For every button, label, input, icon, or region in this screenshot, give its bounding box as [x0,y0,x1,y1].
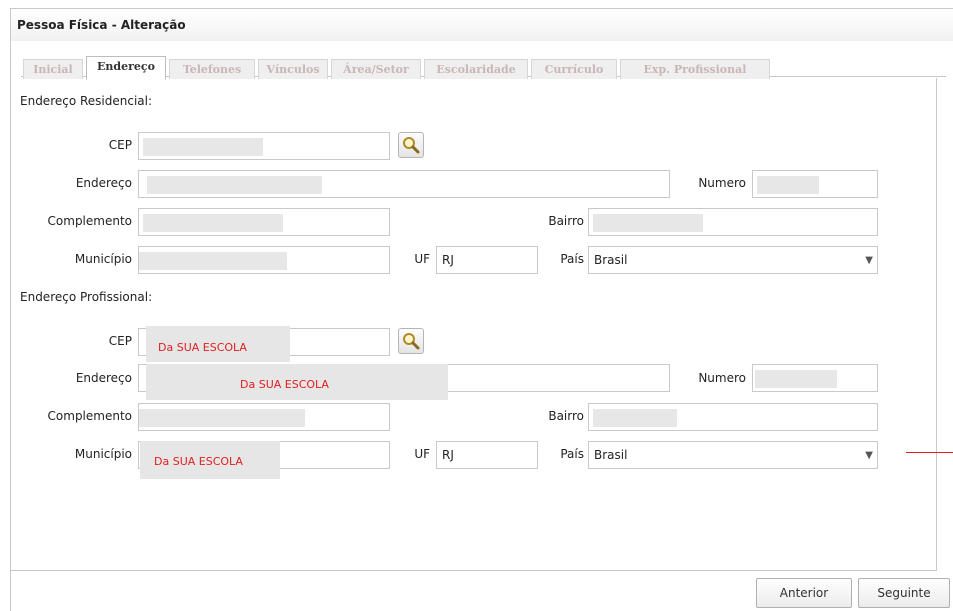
bairro-label: Bairro [548,214,584,228]
annotation-line [906,452,953,453]
municipio-prof-label: Município [74,447,132,461]
seguinte-button[interactable]: Seguinte [858,578,950,608]
pais-prof-value: Brasil [594,448,628,462]
bairro-prof-label: Bairro [548,409,584,423]
municipio-label: Município [74,252,132,266]
bairro-prof-input[interactable] [588,403,878,431]
cep-search-button[interactable] [398,132,424,158]
endereco-prof-label: Endereço [75,371,132,385]
uf-prof-input[interactable]: RJ [436,441,538,469]
pais-select[interactable]: Brasil ▼ [588,246,878,274]
endereco-input[interactable] [138,170,670,198]
complemento-prof-label: Complemento [47,409,132,423]
numero-label: Numero [698,176,746,190]
complemento-label: Complemento [47,214,132,228]
cep-input[interactable] [138,132,390,160]
profissional-heading: Endereço Profissional: [20,290,153,304]
chevron-down-icon: ▼ [865,255,873,266]
window-title: Pessoa Física - Alteração [11,9,953,41]
uf-label: UF [414,252,430,266]
tab-vinculos[interactable]: Vínculos [258,59,328,79]
cep-label: CEP [108,138,132,152]
numero-prof-input[interactable] [752,364,878,392]
chevron-down-icon: ▼ [865,450,873,461]
tab-curriculo[interactable]: Currículo [531,59,617,79]
residencial-heading: Endereço Residencial: [20,94,153,108]
anterior-button[interactable]: Anterior [756,578,852,608]
numero-prof-label: Numero [698,371,746,385]
cep-prof-label: CEP [108,334,132,348]
endereco-label: Endereço [75,176,132,190]
pais-prof-select[interactable]: Brasil ▼ [588,441,878,469]
complemento-prof-input[interactable] [138,403,390,431]
pais-label: País [560,252,584,266]
uf-value: RJ [442,253,454,267]
magnifier-icon [403,333,420,350]
municipio-input[interactable] [138,246,390,274]
tab-inicial[interactable]: Inicial [23,59,83,79]
cep-prof-search-button[interactable] [398,328,424,354]
municipio-prof-note: Da SUA ESCOLA [154,455,243,468]
cep-prof-note: Da SUA ESCOLA [158,341,247,354]
tab-area-setor[interactable]: Área/Setor [331,59,421,79]
pais-prof-label: País [560,447,584,461]
tab-escolaridade[interactable]: Escolaridade [424,59,528,79]
uf-input[interactable]: RJ [436,246,538,274]
uf-prof-value: RJ [442,448,454,462]
pais-value: Brasil [594,253,628,267]
endereco-prof-note: Da SUA ESCOLA [240,378,329,391]
tab-telefones[interactable]: Telefones [169,59,255,79]
uf-prof-label: UF [414,447,430,461]
numero-input[interactable] [752,170,878,198]
magnifier-icon [403,137,420,154]
tab-endereco[interactable]: Endereço [86,56,166,80]
bairro-input[interactable] [588,208,878,236]
complemento-input[interactable] [138,208,390,236]
tab-strip: Inicial Endereço Telefones Vínculos Área… [21,47,946,80]
tab-exp-profissional[interactable]: Exp. Profissional [620,59,770,79]
